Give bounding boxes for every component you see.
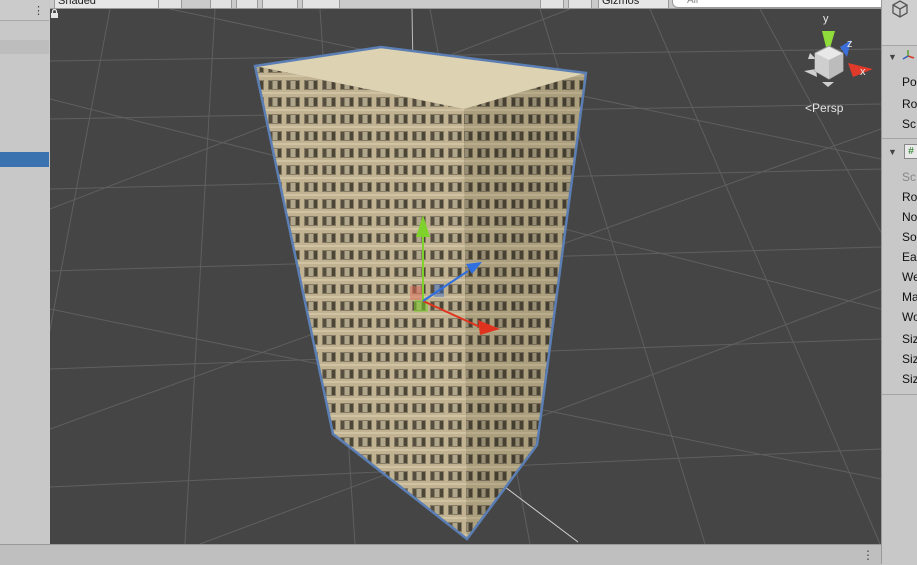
component-divider xyxy=(882,138,917,139)
bottom-panel-bar: ⋮ xyxy=(0,544,881,565)
scale-label: Sc xyxy=(902,117,917,131)
camera-settings-button[interactable] xyxy=(568,0,592,8)
property-label: We xyxy=(902,270,917,284)
projection-toggle[interactable]: <Persp xyxy=(805,101,843,115)
world-x-axis-line xyxy=(504,486,579,543)
projection-label: Persp xyxy=(812,101,844,115)
lighting-toggle-button[interactable] xyxy=(210,0,232,8)
x-axis-label[interactable]: x xyxy=(860,66,866,78)
lock-icon[interactable] xyxy=(50,9,59,18)
hierarchy-toolbar: ⋮ xyxy=(0,0,49,21)
inspector-header xyxy=(882,0,917,46)
property-label: Ma xyxy=(902,290,917,304)
property-label: Siz xyxy=(902,372,917,386)
bottom-more-icon[interactable]: ⋮ xyxy=(862,548,874,562)
tools-toggle-button[interactable] xyxy=(540,0,564,8)
property-label: Ro xyxy=(902,190,917,204)
position-label: Po xyxy=(902,75,917,89)
component-divider xyxy=(882,394,917,395)
2d-toggle-button[interactable] xyxy=(158,0,182,8)
script-component-icon: # xyxy=(904,144,917,159)
scene-viewport[interactable]: y z x <Persp xyxy=(50,9,881,544)
transform-icon xyxy=(902,50,915,60)
property-label: Siz xyxy=(902,352,917,366)
property-label: So xyxy=(902,230,917,244)
audio-toggle-button[interactable] xyxy=(236,0,258,8)
inspector-panel: ▼ Po Ro Sc ▼ # Sc Ro No So Ea We Ma Wo S… xyxy=(881,0,917,564)
scene-canvas xyxy=(50,9,881,544)
effects-dropdown[interactable] xyxy=(262,0,298,8)
script-foldout-icon[interactable]: ▼ xyxy=(888,147,897,157)
rotation-label: Ro xyxy=(902,97,917,111)
perspective-icon: < xyxy=(805,101,813,115)
hidden-objects-toggle[interactable] xyxy=(302,0,340,8)
scene-toolbar: Shaded Gizmos All xyxy=(50,0,881,9)
hierarchy-panel: ⋮ xyxy=(0,0,49,544)
gizmos-dropdown[interactable]: Gizmos xyxy=(598,0,669,8)
hierarchy-selected-item[interactable] xyxy=(0,152,49,167)
hierarchy-more-icon[interactable]: ⋮ xyxy=(33,4,44,17)
gameobject-cube-icon xyxy=(892,0,908,18)
shading-mode-dropdown[interactable]: Shaded xyxy=(54,0,159,8)
orientation-gizmo xyxy=(804,31,873,87)
scene-search-input[interactable]: All xyxy=(672,0,881,8)
property-label: Ea xyxy=(902,250,917,264)
script-field-label: Sc xyxy=(902,170,917,184)
property-label: Wo xyxy=(902,310,917,324)
z-axis-label[interactable]: z xyxy=(847,38,853,50)
property-label: Siz xyxy=(902,332,917,346)
hierarchy-scene-row[interactable] xyxy=(0,40,49,54)
y-axis-label[interactable]: y xyxy=(823,13,829,25)
transform-foldout-icon[interactable]: ▼ xyxy=(888,52,897,62)
property-label: No xyxy=(902,210,917,224)
